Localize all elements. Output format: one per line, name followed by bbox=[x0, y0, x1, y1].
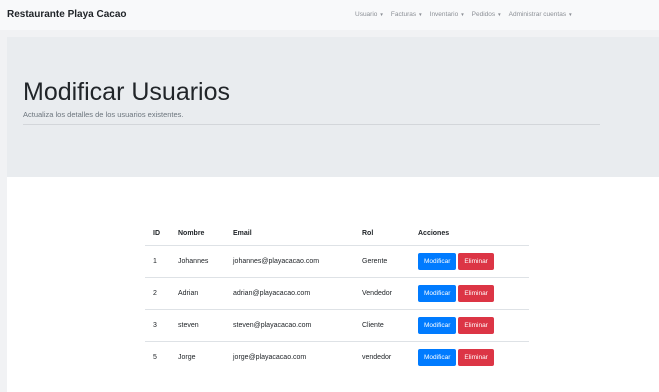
cell-nombre: Jorge bbox=[178, 354, 196, 361]
cell-nombre: Johannes bbox=[170, 245, 225, 278]
modify-button[interactable]: Modificar bbox=[418, 349, 457, 366]
cell-nombre: steven bbox=[170, 309, 225, 342]
brand-link[interactable]: Restaurante Playa Cacao bbox=[7, 9, 127, 20]
cell-acciones: Modificar Eliminar bbox=[410, 309, 529, 342]
header-rol: Rol bbox=[354, 221, 410, 246]
page-title: Modificar Usuarios bbox=[23, 78, 231, 106]
caret-down-icon: ▼ bbox=[379, 12, 384, 17]
nav-facturas-label: Facturas bbox=[390, 11, 417, 18]
modify-button[interactable]: Modificar bbox=[418, 317, 457, 334]
cell-email: johannes@playacacao.com bbox=[225, 245, 354, 278]
cell-acciones: Modificar Eliminar bbox=[410, 277, 529, 310]
caret-down-icon: ▼ bbox=[460, 12, 465, 17]
nav-administrar-cuentas-dropdown[interactable]: Administrar cuentas ▼ bbox=[509, 11, 573, 18]
cell-id: 2 bbox=[145, 277, 170, 310]
nav-inventario-dropdown[interactable]: Inventario ▼ bbox=[430, 11, 465, 18]
header-id: ID bbox=[145, 221, 170, 246]
cell-acciones: Modificar Eliminar bbox=[410, 245, 529, 278]
modify-button[interactable]: Modificar bbox=[418, 285, 457, 302]
cell-acciones: Modificar Eliminar bbox=[410, 342, 529, 374]
delete-button[interactable]: Eliminar bbox=[458, 349, 494, 366]
header-acciones: Acciones bbox=[410, 221, 529, 246]
nav-pedidos-label: Pedidos bbox=[471, 11, 496, 18]
cell-rol: Cliente bbox=[354, 309, 410, 342]
divider bbox=[23, 124, 600, 125]
nav-usuario-dropdown[interactable]: Usuario ▼ bbox=[355, 11, 384, 18]
nav-administrar-cuentas-label: Administrar cuentas bbox=[508, 11, 567, 18]
cell-nombre: Adrian bbox=[170, 277, 225, 310]
cell-rol: Vendedor bbox=[354, 277, 410, 310]
nav-facturas-dropdown[interactable]: Facturas ▼ bbox=[391, 11, 423, 18]
navbar: Restaurante Playa Cacao Usuario ▼ Factura… bbox=[0, 0, 659, 30]
header-nombre: Nombre bbox=[170, 221, 225, 246]
delete-button[interactable]: Eliminar bbox=[458, 253, 494, 270]
table-row: 5 Jorge jorge@playacacao.com vendedor Mo… bbox=[145, 342, 529, 374]
modify-button[interactable]: Modificar bbox=[418, 253, 457, 270]
table-row: 1 Johannes johannes@playacacao.com Geren… bbox=[145, 245, 529, 278]
nav-menu: Usuario ▼ Facturas ▼ Inventario ▼ Pedidos ▼ … bbox=[355, 11, 573, 18]
users-table: ID Nombre Email Rol Acciones 1 Johannes … bbox=[145, 221, 529, 373]
main-content: ID Nombre Email Rol Acciones 1 Johannes … bbox=[7, 177, 659, 392]
caret-down-icon: ▼ bbox=[497, 12, 502, 17]
table-row: 2 Adrian adrian@playacacao.com Vendedor … bbox=[145, 277, 529, 310]
cell-id: 3 bbox=[145, 309, 170, 342]
page-subtitle: Actualiza los detalles de los usuarios e… bbox=[23, 110, 184, 119]
cell-email: steven@playacacao.com bbox=[225, 309, 354, 342]
nav-usuario-label: Usuario bbox=[355, 11, 378, 18]
delete-button[interactable]: Eliminar bbox=[458, 317, 494, 334]
delete-button[interactable]: Eliminar bbox=[458, 285, 494, 302]
cell-email: jorge@playacacao.com bbox=[233, 354, 307, 361]
cell-rol: vendedor bbox=[362, 354, 392, 361]
cell-id: 5 bbox=[153, 354, 157, 361]
nav-pedidos-dropdown[interactable]: Pedidos ▼ bbox=[472, 11, 502, 18]
caret-down-icon: ▼ bbox=[418, 12, 423, 17]
jumbotron: Modificar Usuarios Actualiza los detalle… bbox=[7, 37, 659, 177]
cell-email: adrian@playacacao.com bbox=[225, 277, 354, 310]
caret-down-icon: ▼ bbox=[568, 12, 573, 17]
cell-rol: Gerente bbox=[354, 245, 410, 278]
table-header-row: ID Nombre Email Rol Acciones bbox=[145, 221, 529, 246]
cell-id: 1 bbox=[145, 245, 170, 278]
nav-inventario-label: Inventario bbox=[429, 11, 459, 18]
header-email: Email bbox=[225, 221, 354, 246]
table-row: 3 steven steven@playacacao.com Cliente M… bbox=[145, 309, 529, 342]
